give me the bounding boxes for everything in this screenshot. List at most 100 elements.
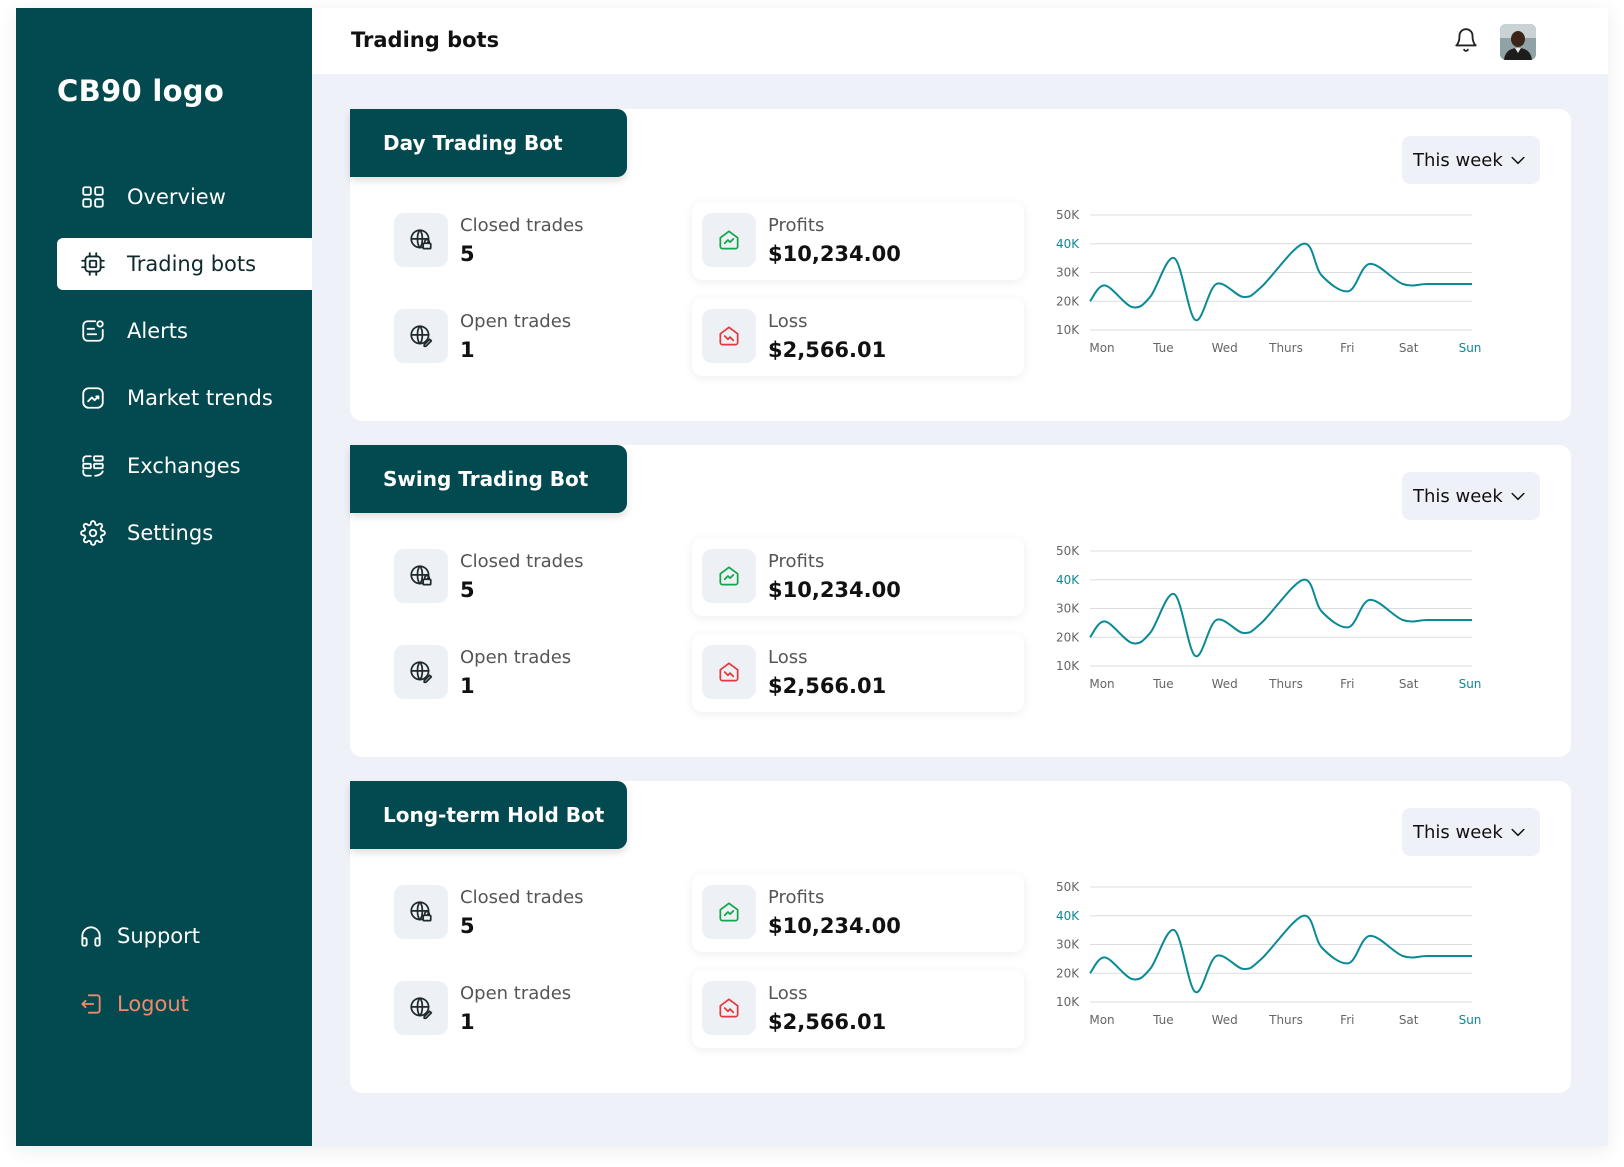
sidebar-item-trading-bots[interactable]: Trading bots xyxy=(57,238,312,290)
bot-name: Day Trading Bot xyxy=(350,109,627,177)
loss-label: Loss xyxy=(768,646,808,668)
profits-label: Profits xyxy=(768,886,825,908)
x-tick-label: Tue xyxy=(1152,341,1174,355)
y-tick-label: 20K xyxy=(1056,630,1080,644)
closed-trades-label: Closed trades xyxy=(460,886,584,908)
series-line xyxy=(1089,578,1472,657)
bot-name: Long-term Hold Bot xyxy=(350,781,627,849)
grid-icon xyxy=(79,183,107,211)
period-dropdown[interactable]: This week xyxy=(1402,472,1540,520)
alert-icon xyxy=(79,317,107,345)
open-trades-value: 1 xyxy=(460,337,475,362)
open-trades-label: Open trades xyxy=(460,646,572,668)
x-tick-label: Fri xyxy=(1340,1013,1354,1027)
x-tick-label: Fri xyxy=(1340,677,1354,691)
closed-trades-label: Closed trades xyxy=(460,550,584,572)
y-tick-label: 30K xyxy=(1056,266,1080,280)
sidebar-item-market-trends[interactable]: Market trends xyxy=(57,372,312,424)
x-tick-label: Sat xyxy=(1399,677,1419,691)
x-tick-label: Wed xyxy=(1212,677,1238,691)
x-tick-label: Tue xyxy=(1152,677,1174,691)
sidebar-item-label: Trading bots xyxy=(127,252,257,276)
logout-button[interactable]: Logout xyxy=(57,982,189,1026)
loss-trend-icon xyxy=(702,309,756,363)
loss-stat: Loss $2,566.01 xyxy=(702,645,886,699)
chevron-down-icon xyxy=(1508,486,1528,506)
y-tick-label: 40K xyxy=(1056,909,1080,923)
chevron-down-icon xyxy=(1508,822,1528,842)
support-link[interactable]: Support xyxy=(57,914,200,958)
loss-label: Loss xyxy=(768,310,808,332)
avatar[interactable] xyxy=(1500,24,1536,60)
open-trades-label: Open trades xyxy=(460,982,572,1004)
loss-card: Loss $2,566.01 xyxy=(692,298,1024,376)
app-window: CB90 logo Overview Trading bots Alerts M… xyxy=(16,8,1608,1146)
support-label: Support xyxy=(117,924,201,948)
sidebar-item-label: Market trends xyxy=(127,386,273,410)
closed-trades-stat: Closed trades 5 xyxy=(394,549,584,603)
open-trades-value: 1 xyxy=(460,673,475,698)
period-label: This week xyxy=(1413,485,1503,507)
profits-card: Profits $10,234.00 xyxy=(692,874,1024,952)
loss-card: Loss $2,566.01 xyxy=(692,634,1024,712)
sidebar-item-label: Exchanges xyxy=(127,454,241,478)
app-logo: CB90 logo xyxy=(57,74,225,108)
sidebar-item-label: Settings xyxy=(127,521,214,545)
sidebar-item-overview[interactable]: Overview xyxy=(57,171,312,223)
x-tick-label: Thurs xyxy=(1268,1013,1303,1027)
profits-value: $10,234.00 xyxy=(768,913,901,938)
bot-card: Day Trading Bot This week Closed trades … xyxy=(350,109,1571,421)
globe-edit-icon xyxy=(394,981,448,1035)
open-trades-label: Open trades xyxy=(460,310,572,332)
chevron-down-icon xyxy=(1508,150,1528,170)
x-tick-label: Sun xyxy=(1459,1013,1482,1027)
sidebar-item-alerts[interactable]: Alerts xyxy=(57,305,312,357)
y-tick-label: 50K xyxy=(1056,208,1080,222)
loss-value: $2,566.01 xyxy=(768,337,887,362)
loss-label: Loss xyxy=(768,982,808,1004)
bot-name: Swing Trading Bot xyxy=(350,445,627,513)
line-chart: 10K 20K 30K 40K 50K Mon Tue Wed Thurs Fri Sat Sun xyxy=(1056,544,1481,691)
x-tick-label: Thurs xyxy=(1268,341,1303,355)
sidebar-item-label: Overview xyxy=(127,185,226,209)
sidebar: CB90 logo Overview Trading bots Alerts M… xyxy=(16,8,312,1146)
profits-value: $10,234.00 xyxy=(768,577,901,602)
profit-trend-icon xyxy=(702,885,756,939)
y-tick-label: 10K xyxy=(1056,323,1080,337)
profit-trend-icon xyxy=(702,549,756,603)
profits-label: Profits xyxy=(768,550,825,572)
open-trades-stat: Open trades 1 xyxy=(394,309,571,363)
series-line xyxy=(1089,242,1472,321)
x-tick-label: Sat xyxy=(1399,341,1419,355)
line-chart: 10K 20K 30K 40K 50K Mon Tue Wed Thurs Fri Sat Sun xyxy=(1056,208,1481,355)
closed-trades-value: 5 xyxy=(460,913,475,938)
x-tick-label: Thurs xyxy=(1268,677,1303,691)
open-trades-stat: Open trades 1 xyxy=(394,645,571,699)
top-bar: Trading bots xyxy=(312,8,1608,74)
y-tick-label: 40K xyxy=(1056,573,1080,587)
main-content: Trading bots Day Trading Bot This week C… xyxy=(312,8,1608,1146)
profit-trend-icon xyxy=(702,213,756,267)
sidebar-item-exchanges[interactable]: Exchanges xyxy=(57,440,312,492)
y-tick-label: 30K xyxy=(1056,602,1080,616)
globe-edit-icon xyxy=(394,645,448,699)
y-tick-label: 10K xyxy=(1056,659,1080,673)
period-dropdown[interactable]: This week xyxy=(1402,808,1540,856)
bell-icon[interactable] xyxy=(1450,24,1482,56)
profits-value: $10,234.00 xyxy=(768,241,901,266)
period-dropdown[interactable]: This week xyxy=(1402,136,1540,184)
sidebar-item-settings[interactable]: Settings xyxy=(57,507,312,559)
x-tick-label: Fri xyxy=(1340,341,1354,355)
period-label: This week xyxy=(1413,821,1503,843)
loss-card: Loss $2,566.01 xyxy=(692,970,1024,1048)
loss-stat: Loss $2,566.01 xyxy=(702,309,886,363)
profits-stat: Profits $10,234.00 xyxy=(702,213,901,267)
page-title: Trading bots xyxy=(351,28,500,52)
y-tick-label: 10K xyxy=(1056,995,1080,1009)
y-tick-label: 50K xyxy=(1056,544,1080,558)
globe-lock-icon xyxy=(394,885,448,939)
closed-trades-stat: Closed trades 5 xyxy=(394,885,584,939)
period-label: This week xyxy=(1413,149,1503,171)
closed-trades-label: Closed trades xyxy=(460,214,584,236)
open-trades-stat: Open trades 1 xyxy=(394,981,571,1035)
